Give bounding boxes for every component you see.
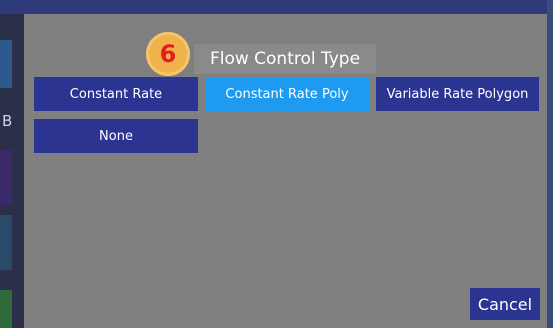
option-constant-rate-poly-button[interactable]: Constant Rate Poly xyxy=(205,77,369,111)
step-number-badge: 6 xyxy=(146,32,190,76)
flow-control-type-dialog: 6 Flow Control Type Constant Rate Consta… xyxy=(24,14,547,328)
background-tile xyxy=(0,290,12,328)
background-letter: B xyxy=(2,112,13,130)
background-tile xyxy=(0,40,12,88)
option-variable-rate-polygon-button[interactable]: Variable Rate Polygon xyxy=(376,77,539,111)
background-top-bar xyxy=(0,0,553,14)
background-tile xyxy=(0,150,12,205)
dialog-title: Flow Control Type xyxy=(209,49,361,69)
dialog-title-container: Flow Control Type xyxy=(194,44,376,74)
background-tile xyxy=(0,215,12,270)
cancel-button[interactable]: Cancel xyxy=(470,288,540,320)
option-none-button[interactable]: None xyxy=(34,119,198,153)
background-right-strip xyxy=(547,0,553,328)
option-constant-rate-button[interactable]: Constant Rate xyxy=(34,77,198,111)
